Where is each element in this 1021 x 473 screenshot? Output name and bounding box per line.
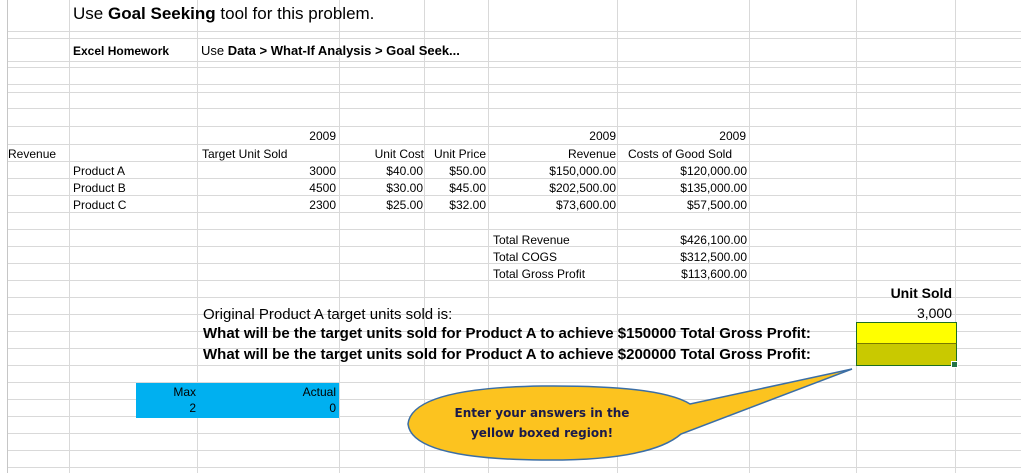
callout-line-1: Enter your answers in the [454, 406, 630, 420]
callout-line-2: yellow boxed region! [470, 426, 614, 440]
callout-text: Enter your answers in the yellow boxed r… [452, 403, 632, 443]
spreadsheet-grid[interactable]: Use Goal Seeking tool for this problem. … [0, 0, 1021, 473]
